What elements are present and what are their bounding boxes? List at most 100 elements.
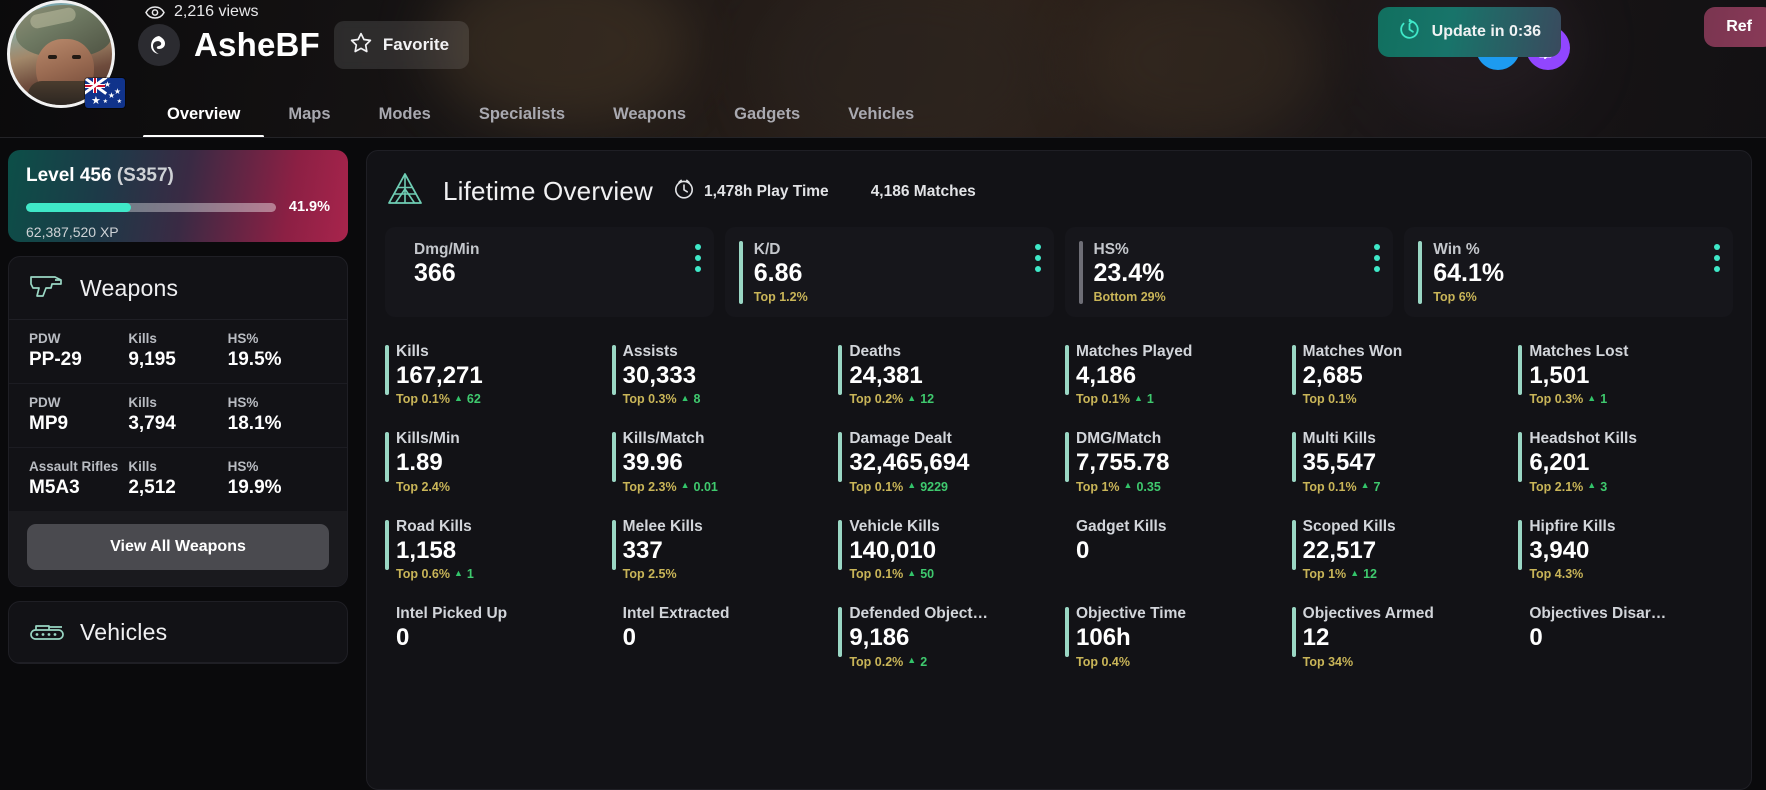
stat-rank: Top 0.2% ▲ 2	[849, 654, 928, 669]
stat-cell[interactable]: Matches Played 4,186 Top 0.1% ▲ 1	[1065, 333, 1280, 420]
stat-value: 167,271	[396, 362, 483, 389]
kpi-label: Dmg/Min	[414, 241, 480, 258]
favorite-button[interactable]: Favorite	[333, 21, 470, 69]
stat-value: 9,186	[849, 624, 910, 652]
kpi-card-win[interactable]: Win % 64.1% Top 6%	[1404, 227, 1733, 317]
weapon-row[interactable]: PDW PP-29 Kills 9,195 HS% 19.5%	[9, 320, 347, 383]
stat-cell[interactable]: Multi Kills 35,547 Top 0.1% ▲ 7	[1291, 420, 1507, 507]
stat-rank: Top 0.3% ▲ 1	[1529, 392, 1608, 407]
kpi-card-kd[interactable]: K/D 6.86 Top 1.2%	[724, 227, 1054, 317]
weapon-hs: 19.5%	[227, 349, 282, 370]
stat-value: 22,517	[1302, 536, 1377, 564]
kpi-value: 6.86	[753, 259, 803, 287]
stat-cell[interactable]: Objectives Armed 12 Top 34%	[1291, 595, 1507, 682]
weapon-kills-label: Kills	[128, 331, 157, 346]
level-progress-fill	[26, 202, 131, 212]
stat-accent-bar	[1291, 519, 1296, 570]
stat-cell[interactable]: Matches Lost 1,501 Top 0.3% ▲ 1	[1518, 333, 1733, 420]
weapon-row[interactable]: Assault Rifles M5A3 Kills 2,512 HS% 19.9%	[9, 447, 347, 511]
stat-value: 24,381	[849, 362, 923, 389]
more-vertical-icon[interactable]	[1374, 241, 1381, 272]
kpi-card-dmg-min[interactable]: Dmg/Min 366	[385, 227, 714, 317]
stat-cell[interactable]: Deaths 24,381 Top 0.2% ▲ 12	[838, 333, 1053, 420]
level-progress-label: 41.9%	[288, 199, 330, 215]
play-time: 1,478h Play Time	[673, 178, 829, 205]
stat-cell[interactable]: Gadget Kills 0	[1065, 508, 1280, 595]
stat-label: Multi Kills	[1302, 430, 1376, 448]
stat-cell[interactable]: Hipfire Kills 3,940 Top 4.3%	[1518, 508, 1733, 595]
stat-cell[interactable]: Melee Kills 337 Top 2.5%	[611, 508, 827, 595]
tab-overview[interactable]: Overview	[143, 93, 265, 138]
stat-cell[interactable]: Defended Object… 9,186 Top 0.2% ▲ 2	[838, 595, 1053, 682]
view-all-weapons-button[interactable]: View All Weapons	[27, 524, 329, 570]
stat-value: 3,940	[1529, 536, 1590, 564]
stat-label: Matches Won	[1302, 343, 1403, 360]
update-timer-badge[interactable]: Update in 0:36	[1377, 7, 1561, 57]
weapons-panel-title: Weapons	[80, 275, 179, 301]
stat-value: 2,685	[1302, 362, 1363, 389]
stat-label: Objectives Armed	[1302, 605, 1434, 623]
vehicles-panel-title: Vehicles	[80, 619, 168, 645]
stat-cell[interactable]: Road Kills 1,158 Top 0.6% ▲ 1	[385, 508, 600, 595]
tab-label: Specialists	[478, 105, 566, 123]
stat-cell[interactable]: Objective Time 106h Top 0.4%	[1065, 595, 1280, 682]
tab-maps[interactable]: Maps	[264, 93, 354, 138]
stat-cell[interactable]: Vehicle Kills 140,010 Top 0.1% ▲ 50	[838, 508, 1053, 595]
vehicles-panel: Vehicles	[8, 601, 348, 664]
stat-label: Road Kills	[396, 517, 472, 535]
kpi-label: Win %	[1433, 241, 1480, 258]
tab-weapons[interactable]: Weapons	[589, 93, 710, 138]
stat-cell[interactable]: Objectives Disar… 0	[1518, 595, 1733, 682]
stat-label: Assists	[622, 343, 678, 360]
stat-cell[interactable]: Kills/Match 39.96 Top 2.3% ▲ 0.01	[611, 420, 827, 507]
stat-value: 1,501	[1529, 362, 1590, 389]
tab-modes[interactable]: Modes	[355, 93, 455, 138]
eye-icon	[145, 5, 165, 19]
weapon-kills-label: Kills	[128, 459, 157, 474]
stat-rank: Top 2.3% ▲ 0.01	[622, 479, 718, 494]
stat-cell[interactable]: Assists 30,333 Top 0.3% ▲ 8	[611, 333, 827, 420]
more-vertical-icon[interactable]	[694, 241, 701, 272]
stat-delta: 1	[1146, 392, 1154, 407]
kpi-card-hs[interactable]: HS% 23.4% Bottom 29%	[1064, 227, 1394, 317]
stat-delta: 12	[920, 392, 935, 407]
trend-up-icon: ▲	[1360, 480, 1370, 491]
weapon-category: PDW	[29, 331, 61, 346]
stat-accent-bar	[1065, 432, 1069, 483]
refresh-button[interactable]: Ref	[1704, 7, 1766, 47]
stat-rank: Top 0.4%	[1076, 654, 1130, 669]
stat-accent-bar	[611, 345, 616, 395]
weapon-hs: 19.9%	[227, 477, 282, 498]
tab-specialists[interactable]: Specialists	[455, 93, 589, 138]
tab-label: Overview	[167, 105, 241, 123]
stat-accent-bar	[385, 345, 389, 395]
stat-cell[interactable]: Headshot Kills 6,201 Top 2.1% ▲ 3	[1518, 420, 1733, 507]
stat-label: Matches Lost	[1529, 343, 1629, 360]
stat-cell[interactable]: DMG/Match 7,755.78 Top 1% ▲ 0.35	[1065, 420, 1280, 507]
play-time-label: 1,478h Play Time	[704, 182, 829, 200]
stat-rank: Top 1% ▲ 0.35	[1076, 479, 1161, 494]
more-vertical-icon[interactable]	[1714, 241, 1720, 272]
weapon-row[interactable]: PDW MP9 Kills 3,794 HS% 18.1%	[9, 383, 347, 447]
star-icon	[350, 32, 372, 58]
stat-accent-bar	[1518, 345, 1523, 395]
stat-cell[interactable]: Intel Extracted 0	[612, 595, 827, 682]
weapon-hs-label: HS%	[227, 459, 259, 474]
page-body: Level 456 (S357) 41.9% 62,387,520 XP Wea…	[0, 138, 1766, 790]
tab-gadgets[interactable]: Gadgets	[710, 93, 824, 138]
stat-cell[interactable]: Scoped Kills 22,517 Top 1% ▲ 12	[1291, 508, 1507, 595]
stat-cell[interactable]: Matches Won 2,685 Top 0.1%	[1291, 333, 1507, 420]
stat-cell[interactable]: Kills 167,271 Top 0.1% ▲ 62	[385, 333, 600, 420]
tab-vehicles[interactable]: Vehicles	[824, 93, 938, 138]
stat-cell[interactable]: Damage Dealt 32,465,694 Top 0.1% ▲ 9229	[838, 420, 1053, 507]
stat-cell[interactable]: Intel Picked Up 0	[385, 595, 600, 682]
player-name-row: AsheBF Favorite	[138, 21, 470, 69]
tab-label: Weapons	[613, 105, 687, 123]
stat-accent-bar	[1518, 432, 1523, 483]
stat-rank: Top 0.1% ▲ 1	[1076, 392, 1154, 407]
pistol-icon	[29, 273, 65, 304]
stat-label: Defended Object…	[849, 605, 988, 623]
avatar[interactable]: ★ ★ ★ ★ ★ ★	[7, 0, 125, 108]
stat-cell[interactable]: Kills/Min 1.89 Top 2.4%	[385, 420, 600, 507]
more-vertical-icon[interactable]	[1034, 241, 1041, 272]
